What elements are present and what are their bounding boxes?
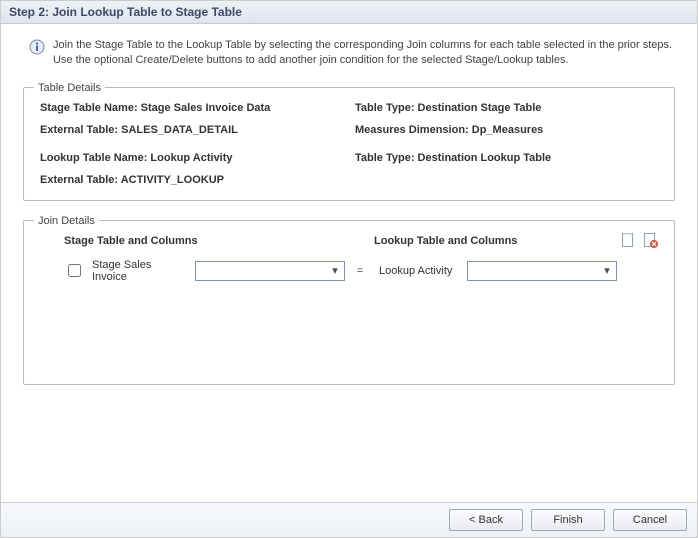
- lookup-name-label: Lookup Table Name:: [40, 152, 150, 164]
- chevron-down-icon: ▾: [600, 264, 614, 277]
- stage-columns-header: Stage Table and Columns: [34, 235, 374, 247]
- join-details-fieldset: Join Details Stage Table and Columns Loo…: [23, 215, 675, 385]
- delete-join-icon[interactable]: [642, 233, 658, 249]
- join-details-legend: Join Details: [34, 215, 99, 227]
- stage-name-label: Stage Table Name:: [40, 102, 141, 114]
- wizard-footer: < Back Finish Cancel: [1, 502, 697, 537]
- lookup-name-value: Lookup Activity: [150, 152, 232, 164]
- add-join-icon[interactable]: [620, 233, 636, 249]
- info-icon: [29, 39, 45, 55]
- lookup-table-label: Lookup Activity: [379, 265, 459, 277]
- table-details-fieldset: Table Details Stage Table Name: Stage Sa…: [23, 82, 675, 201]
- wizard-content: Join the Stage Table to the Lookup Table…: [1, 24, 697, 385]
- join-header: Stage Table and Columns Lookup Table and…: [34, 233, 664, 249]
- table-details-legend: Table Details: [34, 82, 105, 94]
- measures-value: Dp_Measures: [472, 124, 544, 136]
- stage-type-value: Destination Stage Table: [418, 102, 542, 114]
- stage-name-value: Stage Sales Invoice Data: [141, 102, 271, 114]
- intro-block: Join the Stage Table to the Lookup Table…: [29, 38, 673, 68]
- lookup-columns-header: Lookup Table and Columns: [374, 235, 620, 247]
- equals-sign: =: [353, 265, 367, 277]
- wizard-step-title: Step 2: Join Lookup Table to Stage Table: [1, 1, 697, 24]
- finish-button[interactable]: Finish: [531, 509, 605, 531]
- lookup-type-label: Table Type:: [355, 152, 418, 164]
- lookup-ext-label: External Table:: [40, 174, 121, 186]
- join-row: Stage Sales Invoice ▾ = Lookup Activity …: [34, 259, 664, 283]
- stage-ext-value: SALES_DATA_DETAIL: [121, 124, 238, 136]
- lookup-type-value: Destination Lookup Table: [418, 152, 552, 164]
- back-button[interactable]: < Back: [449, 509, 523, 531]
- lookup-ext-value: ACTIVITY_LOOKUP: [121, 174, 224, 186]
- intro-text: Join the Stage Table to the Lookup Table…: [53, 38, 673, 68]
- cancel-button[interactable]: Cancel: [613, 509, 687, 531]
- stage-column-select[interactable]: ▾: [195, 261, 345, 281]
- stage-table-label: Stage Sales Invoice: [92, 259, 187, 283]
- stage-ext-label: External Table:: [40, 124, 121, 136]
- lookup-column-select[interactable]: ▾: [467, 261, 617, 281]
- stage-type-label: Table Type:: [355, 102, 418, 114]
- measures-label: Measures Dimension:: [355, 124, 472, 136]
- chevron-down-icon: ▾: [328, 264, 342, 277]
- join-row-checkbox[interactable]: [68, 264, 81, 277]
